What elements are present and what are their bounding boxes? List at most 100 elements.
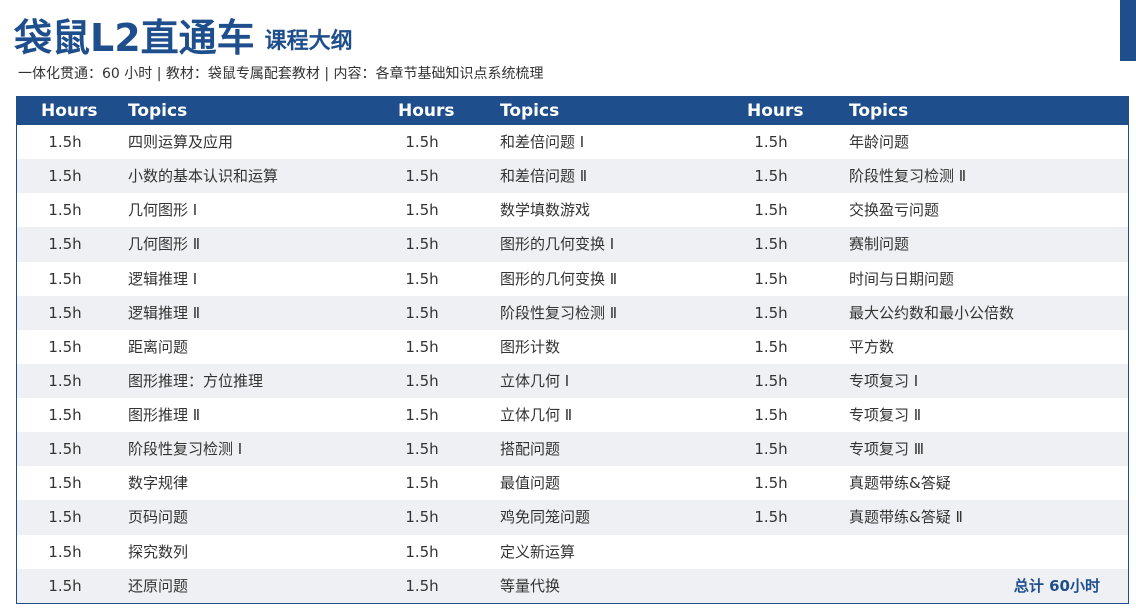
hours-cell: 1.5h (405, 371, 439, 390)
syllabus-table: Hours Topics Hours Topics Hours Topics 1… (16, 96, 1129, 604)
hours-cell (741, 569, 801, 603)
topic-cell: 图形的几何变换 Ⅱ (500, 269, 618, 288)
hours-cell: 1.5h (48, 201, 82, 220)
hours-cell: 1.5h (48, 269, 82, 288)
header-hours-1: Hours (41, 101, 98, 121)
hours-cell: 1.5h (48, 235, 82, 254)
page-subtitle-title: 课程大纲 (264, 29, 353, 54)
hours-cell: 1.5h (405, 303, 439, 322)
topic-cell: 几何图形 Ⅰ (128, 201, 198, 220)
hours-cell: 1.5h (48, 133, 82, 151)
topic-cell: 和差倍问题 Ⅰ (500, 133, 585, 151)
hours-cell: 1.5h (48, 542, 82, 561)
hours-cell: 1.5h (405, 235, 439, 254)
table-row: 1.5h 还原问题 1.5h 等量代换 总计 60小时 (17, 568, 1128, 603)
topic-cell: 数学填数游戏 (500, 201, 591, 220)
topic-cell: 等量代换 (500, 576, 561, 595)
table-row: 1.5h 小数的基本认识和运算 1.5h 和差倍问题 Ⅱ 1.5h 阶段性复习检测 Ⅱ (17, 159, 1128, 194)
header-hours-2: Hours (398, 101, 455, 121)
topic-cell: 阶段性复习检测 Ⅱ (500, 303, 618, 322)
header-topics-2: Topics (500, 101, 560, 121)
hours-cell: 1.5h (405, 406, 439, 424)
table-row: 1.5h 探究数列 1.5h 定义新运算 (17, 535, 1128, 569)
table-row: 1.5h 数字规律 1.5h 最值问题 1.5h 真题带练&答疑 (17, 466, 1128, 500)
topic-cell: 赛制问题 (849, 235, 910, 254)
course-info: 一体化贯通：60 小时 | 教材：袋鼠专属配套教材 | 内容：各章节基础知识点系… (18, 66, 544, 82)
hours-cell: 1.5h (754, 235, 788, 254)
hours-cell: 1.5h (754, 337, 788, 356)
topic-cell: 专项复习 Ⅰ (849, 371, 919, 390)
header-topics-3: Topics (849, 101, 909, 121)
topic-cell: 还原问题 (128, 576, 189, 595)
topic-cell: 专项复习 Ⅲ (849, 440, 925, 459)
hours-cell: 1.5h (48, 406, 82, 424)
total-hours: 总计 60小时 (1013, 576, 1100, 595)
table-row: 1.5h 距离问题 1.5h 图形计数 1.5h 平方数 (17, 330, 1128, 364)
hours-cell: 1.5h (754, 474, 788, 493)
topic-cell: 立体几何 Ⅰ (500, 371, 570, 390)
topic-cell: 逻辑推理 Ⅰ (128, 269, 198, 288)
title-row: 袋鼠L2直通车 课程大纲 (14, 6, 353, 62)
hours-cell: 1.5h (405, 167, 439, 186)
topic-cell: 定义新运算 (500, 542, 576, 561)
topic-cell: 最大公约数和最小公倍数 (849, 303, 1015, 322)
hours-cell: 1.5h (754, 406, 788, 424)
hours-cell: 1.5h (405, 133, 439, 151)
topic-cell: 数字规律 (128, 474, 189, 493)
topic-cell: 图形推理：方位推理 (128, 371, 264, 390)
topic-cell: 四则运算及应用 (128, 133, 234, 151)
table-row: 1.5h 图形推理：方位推理 1.5h 立体几何 Ⅰ 1.5h 专项复习 Ⅰ (17, 363, 1128, 398)
table-row: 1.5h 逻辑推理 Ⅱ 1.5h 阶段性复习检测 Ⅱ 1.5h 最大公约数和最小公倍数 (17, 295, 1128, 330)
topic-cell: 小数的基本认识和运算 (128, 167, 279, 186)
page-title: 袋鼠L2直通车 (14, 16, 255, 60)
topic-cell: 立体几何 Ⅱ (500, 406, 573, 424)
hours-cell (741, 535, 801, 569)
topic-cell: 探究数列 (128, 542, 189, 561)
hours-cell: 1.5h (48, 474, 82, 493)
topic-cell: 真题带练&答疑 (849, 474, 951, 493)
hours-cell: 1.5h (754, 371, 788, 390)
table-header: Hours Topics Hours Topics Hours Topics (17, 97, 1128, 125)
topic-cell: 阶段性复习检测 Ⅱ (849, 167, 967, 186)
table-row: 1.5h 几何图形 Ⅱ 1.5h 图形的几何变换 Ⅰ 1.5h 赛制问题 (17, 227, 1128, 262)
topic-cell: 几何图形 Ⅱ (128, 235, 201, 254)
header-accent-bar (1120, 0, 1136, 61)
table-row: 1.5h 图形推理 Ⅱ 1.5h 立体几何 Ⅱ 1.5h 专项复习 Ⅱ (17, 398, 1128, 432)
header-hours-3: Hours (747, 101, 804, 121)
hours-cell: 1.5h (405, 440, 439, 459)
hours-cell: 1.5h (405, 542, 439, 561)
table-row: 1.5h 四则运算及应用 1.5h 和差倍问题 Ⅰ 1.5h 年龄问题 (17, 125, 1128, 159)
topic-cell: 距离问题 (128, 337, 189, 356)
hours-cell: 1.5h (48, 371, 82, 390)
hours-cell: 1.5h (754, 167, 788, 186)
hours-cell: 1.5h (754, 201, 788, 220)
topic-cell: 时间与日期问题 (849, 269, 955, 288)
hours-cell: 1.5h (48, 303, 82, 322)
hours-cell: 1.5h (754, 269, 788, 288)
hours-cell: 1.5h (48, 167, 82, 186)
topic-cell: 图形推理 Ⅱ (128, 406, 201, 424)
table-row: 1.5h 阶段性复习检测 Ⅰ 1.5h 搭配问题 1.5h 专项复习 Ⅲ (17, 432, 1128, 467)
hours-cell: 1.5h (48, 440, 82, 459)
hours-cell: 1.5h (405, 576, 439, 595)
table-row: 1.5h 几何图形 Ⅰ 1.5h 数学填数游戏 1.5h 交换盈亏问题 (17, 193, 1128, 227)
topic-cell: 鸡免同笼问题 (500, 508, 591, 527)
topic-cell: 阶段性复习检测 Ⅰ (128, 440, 243, 459)
table-body: 1.5h 四则运算及应用 1.5h 和差倍问题 Ⅰ 1.5h 年龄问题 1.5h 小数的基本认… (17, 125, 1128, 603)
hours-cell: 1.5h (405, 337, 439, 356)
hours-cell: 1.5h (48, 576, 82, 595)
hours-cell: 1.5h (405, 201, 439, 220)
table-row: 1.5h 页码问题 1.5h 鸡免同笼问题 1.5h 真题带练&答疑 Ⅱ (17, 500, 1128, 535)
hours-cell: 1.5h (754, 508, 788, 527)
hours-cell: 1.5h (405, 508, 439, 527)
topic-cell: 真题带练&答疑 Ⅱ (849, 508, 963, 527)
hours-cell: 1.5h (754, 133, 788, 151)
topic-cell: 和差倍问题 Ⅱ (500, 167, 588, 186)
hours-cell: 1.5h (48, 337, 82, 356)
hours-cell: 1.5h (405, 474, 439, 493)
topic-cell: 年龄问题 (849, 133, 910, 151)
table-row: 1.5h 逻辑推理 Ⅰ 1.5h 图形的几何变换 Ⅱ 1.5h 时间与日期问题 (17, 262, 1128, 296)
topic-cell: 交换盈亏问题 (849, 201, 940, 220)
topic-cell: 页码问题 (128, 508, 189, 527)
topic-cell: 平方数 (849, 337, 895, 356)
